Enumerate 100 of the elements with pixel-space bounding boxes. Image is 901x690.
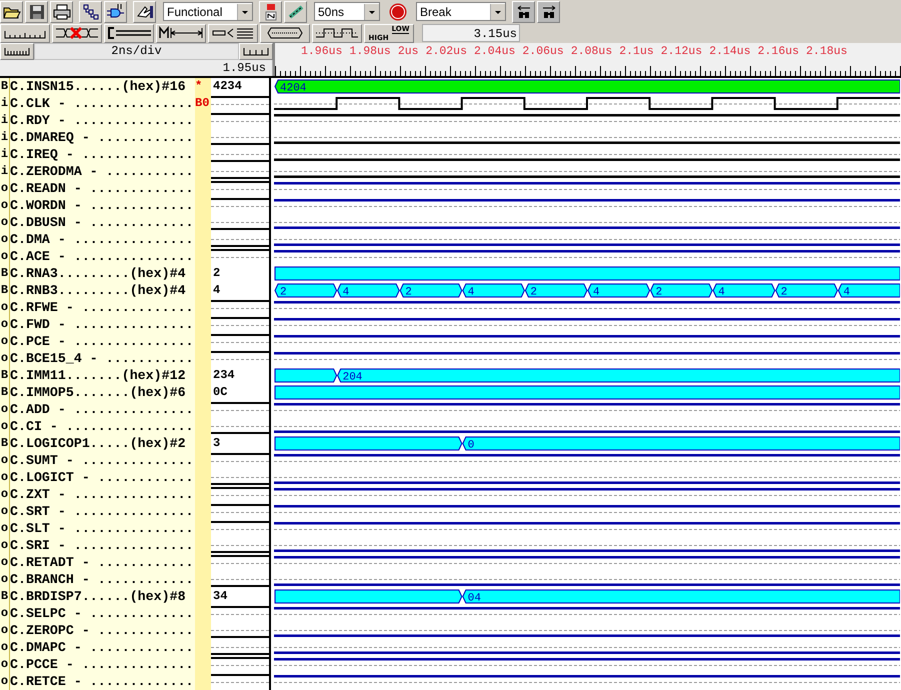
- cursor-time-field[interactable]: 1.95us: [0, 60, 273, 76]
- signal-direction: o: [0, 350, 8, 367]
- signal-name[interactable]: C.DBUSN - .............: [10, 214, 194, 231]
- signal-direction: o: [0, 299, 8, 316]
- signal-name[interactable]: C.BCE15_4 - ...........: [10, 350, 194, 367]
- signal-name[interactable]: C.BRANCH - ............: [10, 571, 194, 588]
- signal-name[interactable]: C.RDY - ...............: [10, 112, 194, 129]
- time-tick-label: 2.14us: [709, 45, 751, 58]
- waveform-button[interactable]: [312, 24, 362, 42]
- zoom-out-button[interactable]: [239, 43, 273, 60]
- signal-name[interactable]: C.CLK - ...............: [10, 95, 194, 112]
- signal-name[interactable]: C.CI - ................: [10, 418, 194, 435]
- step-dropdown[interactable]: 50ns: [314, 2, 380, 21]
- signal-name[interactable]: C.RNB3.........(hex)#4: [10, 282, 186, 299]
- signal-direction: o: [0, 401, 8, 418]
- bus-value: 4: [843, 286, 850, 298]
- signal-direction: o: [0, 622, 8, 639]
- signal-name[interactable]: C.SLT - ...............: [10, 520, 194, 537]
- signal-name[interactable]: C.DMA - ...............: [10, 231, 194, 248]
- bus-value: 0: [468, 440, 474, 452]
- delete-waveform-button[interactable]: [52, 24, 102, 42]
- measure-icon: [158, 26, 204, 40]
- zoom-in-button[interactable]: [0, 43, 34, 60]
- signal-name[interactable]: C.ZEROPC - ............: [10, 622, 194, 639]
- signal-name[interactable]: C.FWD - ...............: [10, 316, 194, 333]
- signal-name[interactable]: C.LOGICOP1.....(hex)#2: [10, 435, 186, 452]
- signal-name[interactable]: C.SRT - ...............: [10, 503, 194, 520]
- signal-name[interactable]: C.DMAPC - .............: [10, 639, 194, 656]
- pointer-button[interactable]: [133, 0, 156, 22]
- signal-name[interactable]: C.IREQ - ..............: [10, 146, 194, 163]
- bus-value: 4: [342, 286, 350, 298]
- time-tick-label: 1.98us: [349, 45, 391, 58]
- open-button[interactable]: [0, 0, 23, 22]
- signal-name[interactable]: C.BRDISP7......(hex)#8: [10, 588, 186, 605]
- signal-name[interactable]: C.ZERODMA - ...........: [10, 163, 194, 180]
- logic-gate-icon: [106, 2, 126, 20]
- signal-direction: o: [0, 639, 8, 656]
- caret-icon: [237, 4, 252, 20]
- gate-button[interactable]: [104, 0, 127, 22]
- signal-name[interactable]: C.SUMT - ..............: [10, 452, 194, 469]
- ruler-button[interactable]: [0, 24, 50, 42]
- time-tick-label: 2.06us: [522, 45, 564, 58]
- signal-direction: i: [0, 129, 8, 146]
- time-tick-label: 2.12us: [660, 45, 702, 58]
- signal-direction: o: [0, 673, 8, 690]
- cursor-marker: *: [195, 78, 202, 95]
- signal-direction: B: [0, 435, 8, 452]
- bus-expand-icon: [211, 26, 255, 40]
- break-dropdown[interactable]: Break: [416, 2, 506, 21]
- signal-value: 4234: [212, 78, 242, 95]
- signal-value: 34: [212, 588, 228, 605]
- hierarchy-button[interactable]: [79, 0, 102, 22]
- signal-name[interactable]: C.PCE - ...............: [10, 333, 194, 350]
- signal-name[interactable]: C.RNA3.........(hex)#4: [10, 265, 186, 282]
- signal-name[interactable]: C.SRI - ...............: [10, 537, 194, 554]
- signal-name[interactable]: C.ADD - ...............: [10, 401, 194, 418]
- save-button[interactable]: [25, 0, 48, 22]
- print-button[interactable]: [50, 0, 73, 22]
- bus-value: 4: [468, 286, 474, 298]
- bus-value: 2: [780, 286, 788, 298]
- link-button[interactable]: [284, 0, 307, 22]
- signal-name[interactable]: C.DMAREQ - ............: [10, 129, 194, 146]
- bus-value: 2: [530, 286, 537, 298]
- expand-button[interactable]: [208, 24, 258, 42]
- bus-value: 4: [718, 286, 725, 298]
- signal-direction: o: [0, 214, 8, 231]
- signal-name[interactable]: C.RETADT - ............: [10, 554, 194, 571]
- mode-dropdown[interactable]: Functional: [163, 2, 253, 21]
- bus-value: 2: [280, 286, 287, 298]
- binoculars-icon: [540, 4, 556, 20]
- signal-direction: i: [0, 112, 8, 129]
- signal-name[interactable]: C.LOGICT - ............: [10, 469, 194, 486]
- signal-name[interactable]: C.ACE - ...............: [10, 248, 194, 265]
- signal-direction: o: [0, 197, 8, 214]
- signal-name[interactable]: C.RETCE - .............: [10, 673, 194, 690]
- binoculars-icon: [516, 4, 532, 20]
- measure-button[interactable]: [156, 24, 206, 42]
- signal-direction: o: [0, 656, 8, 673]
- signal-name[interactable]: C.SELPC - .............: [10, 605, 194, 622]
- signal-name[interactable]: C.INSN15......(hex)#16: [10, 78, 186, 95]
- signal-name[interactable]: C.PCCE - ..............: [10, 656, 194, 673]
- signal-direction: o: [0, 452, 8, 469]
- find-next-button[interactable]: [537, 0, 560, 22]
- signal-value: 3: [212, 435, 220, 452]
- signal-name[interactable]: C.RFWE - ..............: [10, 299, 194, 316]
- signal-name[interactable]: C.IMMOP5.......(hex)#6: [10, 384, 186, 401]
- bus-button[interactable]: [260, 24, 310, 42]
- find-previous-button[interactable]: [512, 0, 535, 22]
- signal-value: 0C: [212, 384, 228, 401]
- bus-value: 4204: [280, 82, 306, 94]
- bus-value: 2: [656, 286, 662, 298]
- signal-name[interactable]: C.IMM11.......(hex)#12: [10, 367, 186, 384]
- on-button[interactable]: [259, 0, 282, 22]
- signal-name[interactable]: C.WORDN - .............: [10, 197, 194, 214]
- signal-value: 2: [212, 265, 220, 282]
- signal-name[interactable]: C.ZXT - ...............: [10, 486, 194, 503]
- signal-name[interactable]: C.READN - .............: [10, 180, 194, 197]
- end-time-field[interactable]: 3.15us: [422, 24, 520, 42]
- waveform-delete-icon: [55, 26, 99, 40]
- clock-button[interactable]: [104, 24, 154, 42]
